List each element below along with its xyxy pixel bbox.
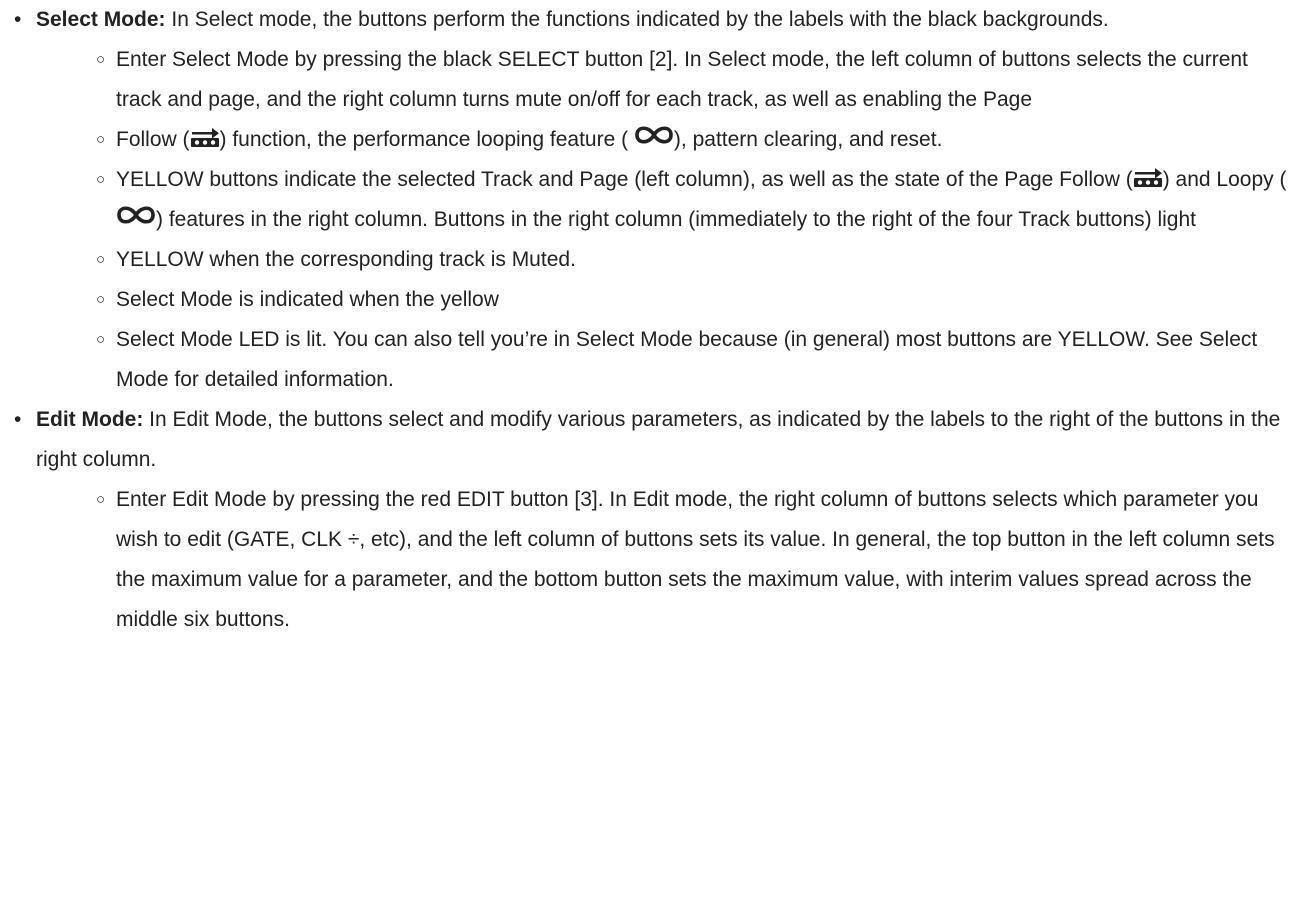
list-item: ○ YELLOW when the corresponding track is… [96,240,1294,280]
sub-text: ) function, the performance looping feat… [219,128,634,151]
page-follow-icon [190,128,219,147]
sub-text: ), pattern clearing, and reset. [673,128,943,151]
bullet-circle: ○ [96,491,106,508]
bullet-dot: • [14,408,22,431]
mode-list: • Select Mode: In Select mode, the butto… [0,0,1294,640]
edit-mode-description: In Edit Mode, the buttons select and mod… [36,408,1281,471]
list-item-edit-mode: • Edit Mode: In Edit Mode, the buttons s… [0,400,1294,640]
bullet-circle: ○ [96,251,106,268]
bullet-circle: ○ [96,171,106,188]
select-mode-description: In Select mode, the buttons perform the … [165,8,1109,31]
select-mode-heading: Select Mode: [36,8,166,31]
bullet-dot: • [14,8,22,31]
bullet-circle: ○ [96,51,106,68]
sub-text: Select Mode LED is lit. You can also tel… [116,328,1258,391]
sub-text: Select Mode is indicated when the yellow [116,288,499,311]
sub-text: Enter Select Mode by pressing the black … [116,48,1248,111]
list-item: ○ Select Mode is indicated when the yell… [96,280,1294,320]
bullet-circle: ○ [96,331,106,348]
document: • Select Mode: In Select mode, the butto… [0,0,1314,640]
list-item: ○ Select Mode LED is lit. You can also t… [96,320,1294,400]
infinity-loop-icon [635,126,673,144]
list-item: ○ Follow ( ) function, the performance l… [96,120,1294,160]
sub-text: YELLOW buttons indicate the selected Tra… [116,168,1133,191]
sub-text: ) and Loopy ( [1162,168,1287,191]
edit-mode-heading: Edit Mode: [36,408,144,431]
infinity-loop-icon [117,206,155,224]
sub-text: ) features in the right column. Buttons … [156,208,1197,231]
sub-text: Follow ( [116,128,190,151]
list-item: ○ Enter Select Mode by pressing the blac… [96,40,1294,120]
select-mode-sublist: ○ Enter Select Mode by pressing the blac… [36,40,1294,400]
list-item-select-mode: • Select Mode: In Select mode, the butto… [0,0,1294,400]
edit-mode-sublist: ○ Enter Edit Mode by pressing the red ED… [36,480,1294,640]
list-item: ○ Enter Edit Mode by pressing the red ED… [96,480,1294,640]
sub-text: Enter Edit Mode by pressing the red EDIT… [116,488,1275,631]
page-follow-icon [1133,168,1162,187]
list-item: ○ YELLOW buttons indicate the selected T… [96,160,1294,240]
bullet-circle: ○ [96,131,106,148]
sub-text: YELLOW when the corresponding track is M… [116,248,576,271]
bullet-circle: ○ [96,291,106,308]
